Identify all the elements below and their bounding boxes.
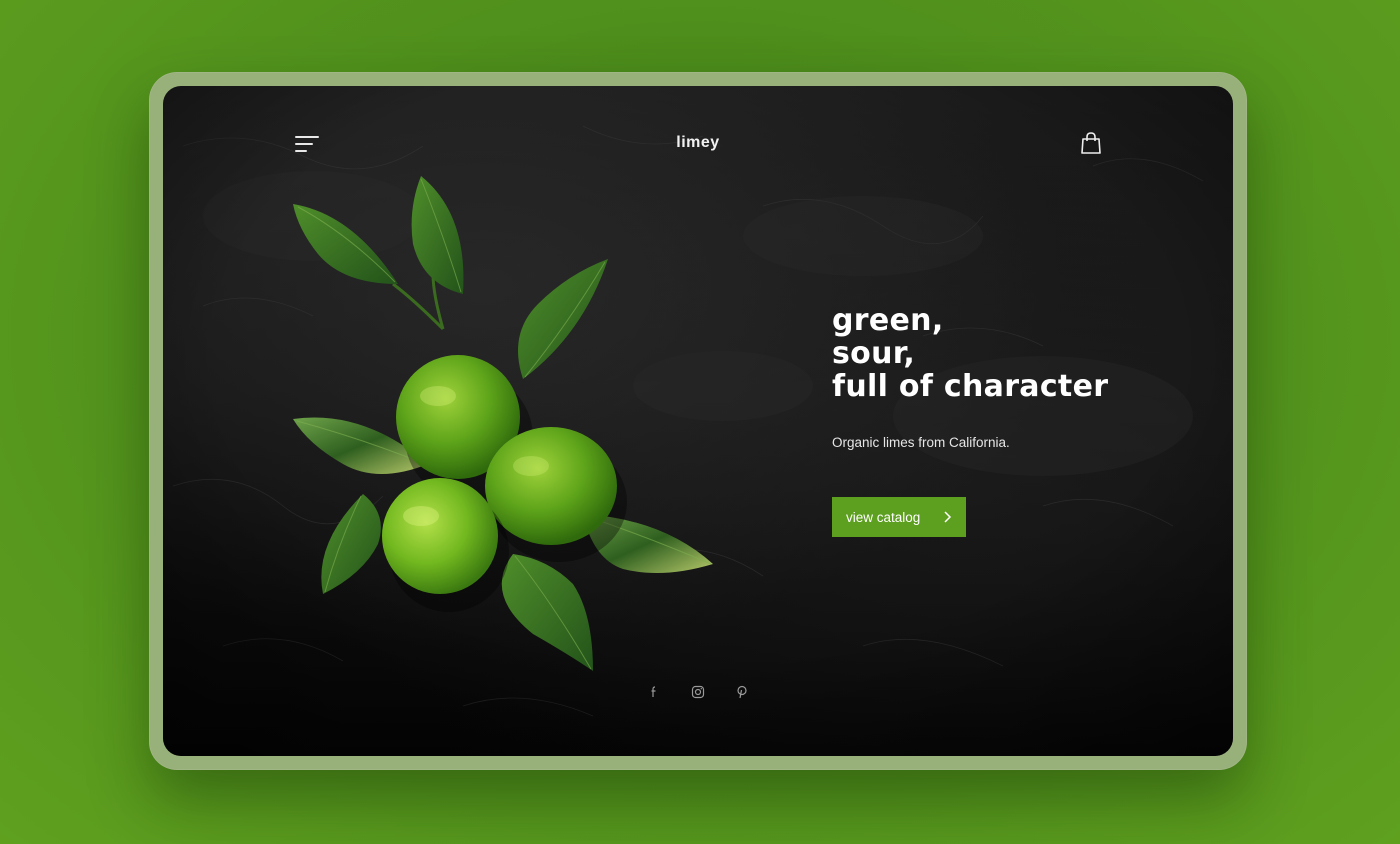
view-catalog-button[interactable]: view catalog — [832, 497, 966, 537]
brand-name: limey — [676, 134, 720, 151]
shopping-bag-icon[interactable] — [1081, 132, 1101, 154]
headline-line-3: full of character — [832, 369, 1109, 404]
leaf — [321, 494, 381, 594]
headline-line-1: green, — [832, 303, 944, 338]
hero-subtext: Organic limes from California. — [832, 435, 1010, 450]
chevron-right-icon — [944, 511, 952, 523]
headline-line-2: sour, — [832, 336, 916, 371]
limes-with-leaves-image — [293, 176, 713, 671]
lime — [485, 427, 617, 545]
pinterest-icon[interactable] — [735, 685, 749, 699]
leaf — [293, 204, 398, 284]
view-catalog-label: view catalog — [846, 509, 921, 525]
website-screen: limey green, sour, full of character Org… — [163, 86, 1233, 756]
hero-section: green, sour, full of character Organic l… — [832, 304, 1192, 450]
social-links — [163, 685, 1233, 699]
lime — [382, 478, 498, 594]
brand-logo[interactable]: limey — [163, 134, 1233, 152]
leaf — [518, 259, 608, 379]
leaf — [501, 554, 593, 671]
instagram-icon[interactable] — [691, 685, 705, 699]
facebook-icon[interactable] — [647, 685, 661, 699]
device-frame: limey green, sour, full of character Org… — [149, 72, 1247, 770]
hero-headline: green, sour, full of character — [832, 304, 1192, 403]
